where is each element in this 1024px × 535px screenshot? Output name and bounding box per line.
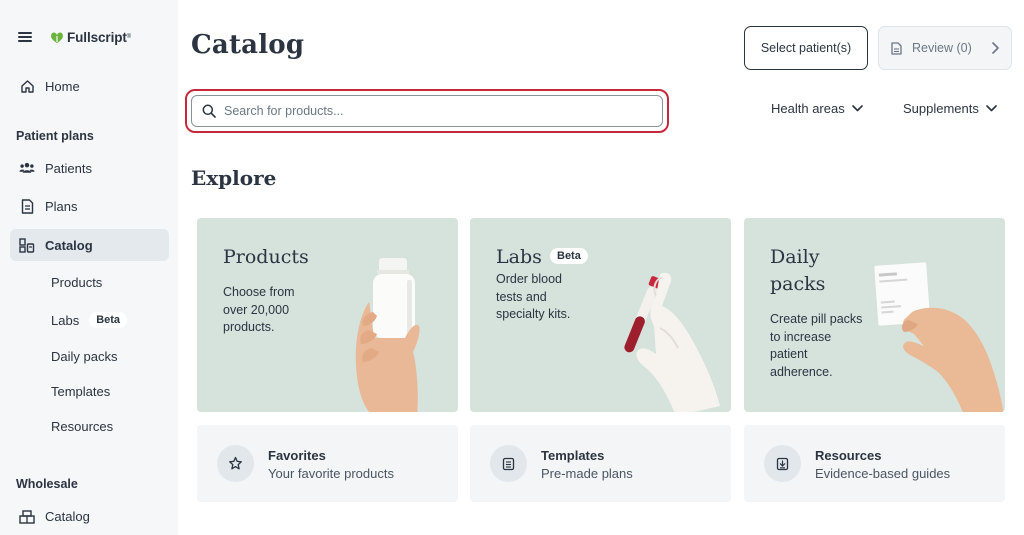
sidebar-item-home[interactable]: Home	[10, 70, 169, 102]
logo[interactable]: Fullscript ®	[50, 30, 131, 45]
quick-link-subtitle: Evidence-based guides	[815, 466, 951, 481]
pill-pack-hand-image	[874, 262, 1004, 412]
sidebar-item-label: Plans	[45, 198, 78, 214]
menu-icon[interactable]	[18, 32, 32, 42]
sidebar-subitem-label: Daily packs	[51, 349, 118, 364]
card-title: Daily packs	[770, 244, 825, 298]
resource-icon	[764, 445, 801, 482]
supplements-dropdown[interactable]: Supplements	[903, 101, 997, 116]
patients-icon	[19, 160, 35, 176]
card-description: Order blood tests and specialty kits.	[496, 271, 570, 324]
home-icon	[19, 78, 35, 94]
explore-card-labs[interactable]: Labs Beta Order blood tests and specialt…	[470, 218, 731, 412]
card-description: Choose from over 20,000 products.	[223, 284, 295, 337]
brand-header: Fullscript ®	[18, 26, 131, 48]
explore-card-products[interactable]: Products Choose from over 20,000 product…	[197, 218, 458, 412]
sidebar-item-label: Catalog	[45, 508, 90, 524]
template-icon	[490, 445, 527, 482]
card-desc-line: over 20,000	[223, 302, 290, 317]
section-label-wholesale: Wholesale	[16, 477, 78, 491]
chevron-down-icon	[851, 105, 863, 112]
star-icon	[217, 445, 254, 482]
review-button[interactable]: Review (0)	[878, 26, 1012, 70]
dropdown-label: Supplements	[903, 101, 979, 116]
health-areas-dropdown[interactable]: Health areas	[771, 101, 863, 116]
page-title: Catalog	[191, 30, 305, 60]
section-label-patient-plans: Patient plans	[16, 129, 94, 143]
sidebar-item-label: Home	[45, 78, 80, 94]
quick-link-subtitle: Your favorite products	[268, 466, 394, 481]
sidebar-subitem-products[interactable]: Products	[51, 275, 102, 290]
card-desc-line: products.	[223, 320, 275, 334]
supplement-bottle-hand-image	[355, 258, 420, 412]
dropdown-label: Health areas	[771, 101, 845, 116]
sidebar-item-plans[interactable]: Plans	[10, 190, 169, 222]
chevron-right-icon	[992, 42, 999, 54]
explore-card-daily-packs[interactable]: Daily packs Create pill packs to increas…	[744, 218, 1005, 412]
card-description: Create pill packs to increase patient ad…	[770, 311, 862, 381]
logo-text: Fullscript	[67, 29, 127, 45]
search-focus-ring	[185, 89, 669, 133]
card-title: Products	[223, 246, 309, 268]
blood-tube-glove-image	[624, 272, 720, 412]
quick-link-subtitle: Pre-made plans	[541, 466, 633, 481]
quick-link-resources[interactable]: Resources Evidence-based guides	[744, 425, 1005, 502]
beta-badge: Beta	[550, 248, 588, 264]
sidebar-item-patients[interactable]: Patients	[10, 152, 169, 184]
sidebar-subitem-labs[interactable]: Labs Beta	[51, 312, 128, 328]
leaf-logo-icon	[51, 32, 63, 43]
card-desc-line: Order blood	[496, 272, 563, 286]
card-desc-line: tests and	[496, 289, 547, 304]
quick-link-templates[interactable]: Templates Pre-made plans	[470, 425, 731, 502]
card-title-line: packs	[770, 273, 826, 295]
sidebar-item-wholesale-catalog[interactable]: Catalog	[10, 500, 169, 532]
wholesale-icon	[19, 508, 35, 524]
search-box[interactable]	[191, 95, 663, 127]
explore-heading: Explore	[191, 166, 277, 190]
card-desc-line: specialty kits.	[496, 307, 571, 321]
card-desc-line: adherence.	[770, 364, 833, 379]
card-desc-line: patient	[770, 347, 808, 361]
card-desc-line: Create pill packs	[770, 312, 863, 326]
quick-link-favorites[interactable]: Favorites Your favorite products	[197, 425, 458, 502]
search-icon	[202, 104, 216, 118]
card-desc-line: Choose from	[223, 285, 295, 299]
sidebar: Fullscript ® Home Patient plans Patients …	[0, 0, 178, 535]
chevron-down-icon	[986, 105, 997, 112]
sidebar-subitem-label: Labs	[51, 312, 80, 328]
sidebar-subitem-templates[interactable]: Templates	[51, 384, 110, 399]
sidebar-item-catalog[interactable]: Catalog	[10, 229, 169, 261]
select-patients-label: Select patient(s)	[760, 41, 852, 55]
quick-link-title: Templates	[541, 448, 605, 463]
select-patients-button[interactable]: Select patient(s)	[744, 26, 868, 70]
card-desc-line: to increase	[770, 329, 832, 344]
card-title-line: Daily	[770, 246, 820, 268]
sidebar-subitem-label: Products	[51, 275, 103, 290]
card-title: Labs	[496, 246, 542, 268]
sidebar-subitem-label: Resources	[51, 419, 114, 434]
logo-trademark: ®	[126, 34, 132, 40]
document-icon	[891, 41, 902, 55]
sidebar-subitem-resources[interactable]: Resources	[51, 419, 113, 434]
sidebar-subitem-daily-packs[interactable]: Daily packs	[51, 349, 117, 364]
quick-link-title: Resources	[815, 448, 882, 463]
review-label: Review (0)	[912, 41, 972, 55]
sidebar-subitem-label: Templates	[51, 384, 111, 399]
search-input[interactable]	[224, 104, 644, 118]
sidebar-item-label: Patients	[45, 160, 92, 176]
beta-badge: Beta	[89, 312, 128, 328]
document-icon	[19, 198, 35, 214]
catalog-icon	[19, 237, 35, 253]
sidebar-item-label: Catalog	[45, 237, 93, 253]
quick-link-title: Favorites	[268, 448, 326, 463]
